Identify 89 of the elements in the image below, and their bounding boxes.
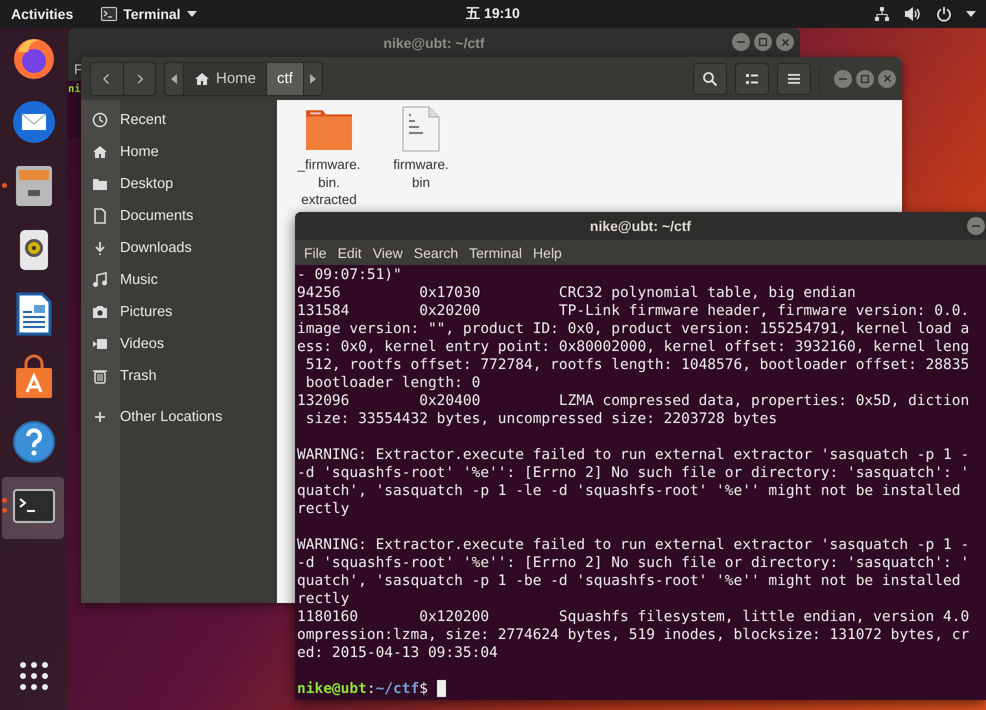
menu-item[interactable]: View bbox=[368, 242, 407, 262]
menu-item[interactable]: File bbox=[300, 242, 331, 262]
close-icon bbox=[782, 38, 788, 46]
terminal-line: 131584 0x20200 TP-Link firmware header, firmware version: 0.0. bbox=[297, 302, 970, 320]
triangle-right-icon bbox=[308, 74, 317, 84]
text-cursor bbox=[436, 680, 446, 697]
terminal-prompt: ni bbox=[68, 83, 81, 95]
minimize-icon bbox=[737, 41, 745, 43]
close-button[interactable] bbox=[776, 33, 794, 51]
sidebar-item[interactable]: Pictures bbox=[81, 296, 277, 328]
prompt-symbol: $ bbox=[419, 680, 428, 698]
terminal-line: image version: "", product ID: 0x0, product version: 155254791, kernel load a bbox=[297, 320, 970, 338]
trash-icon bbox=[92, 368, 108, 384]
camera-icon bbox=[92, 304, 108, 320]
maximize-button[interactable] bbox=[856, 70, 874, 88]
power-icon bbox=[936, 6, 952, 22]
activities-button[interactable]: Activities bbox=[11, 6, 74, 22]
menu-button[interactable] bbox=[777, 62, 811, 94]
file-name[interactable]: _firmware.bin.extracted bbox=[296, 156, 362, 208]
terminal-line: bootloader length: 0 bbox=[304, 374, 480, 392]
plus-icon bbox=[92, 409, 108, 425]
terminal-line: -d 'squashfs-root' '%e'': [Errno 2] No such file or directory: 'sasquatch': ' bbox=[297, 464, 970, 482]
terminal-line: 132096 0x20400 LZMA compressed data, properties: 0x5D, diction bbox=[297, 392, 970, 410]
terminal-line: rectly bbox=[297, 590, 350, 608]
app-menu[interactable]: Terminal bbox=[101, 6, 197, 22]
minimize-button[interactable] bbox=[834, 70, 852, 88]
minimize-button[interactable] bbox=[732, 33, 750, 51]
binary-file-icon bbox=[401, 106, 441, 152]
view-options-button[interactable] bbox=[735, 62, 769, 94]
sidebar-item[interactable]: Other Locations bbox=[81, 401, 277, 433]
home-icon bbox=[194, 70, 210, 86]
terminal-line: ess: 0x0, kernel entry point: 0x80002000, kernel offset: 3932160, kernel leng bbox=[297, 338, 970, 356]
prompt-path: ~/ctf bbox=[376, 680, 420, 698]
folder-icon bbox=[92, 176, 108, 192]
search-button[interactable] bbox=[693, 62, 727, 94]
video-camera-icon bbox=[92, 336, 108, 352]
terminal-line: WARNING: Extractor.execute failed to run external extractor 'sasquatch -p 1 - bbox=[297, 536, 970, 554]
terminal-line: 1180160 0x120200 Squashfs filesystem, little endian, version 4.0 bbox=[297, 608, 970, 626]
sidebar-item[interactable]: Home bbox=[81, 136, 277, 168]
prompt-separator: : bbox=[366, 680, 376, 698]
sidebar-item[interactable]: Videos bbox=[81, 328, 277, 360]
terminal-line: ompression:lzma, size: 2774624 bytes, 519 inodes, blocksize: 131072 bytes, cr bbox=[297, 626, 970, 644]
terminal-line: 94256 0x17030 CRC32 polynomial table, big endian bbox=[297, 284, 856, 302]
window-title: nike@ubt: ~/ctf bbox=[590, 218, 692, 234]
terminal-line: size: 33554432 bytes, uncompressed size: 2203728 bytes bbox=[304, 410, 778, 428]
menu-item[interactable]: Edit bbox=[334, 242, 366, 262]
sidebar-item[interactable]: Documents bbox=[81, 200, 277, 232]
menu-item[interactable]: Search bbox=[410, 242, 462, 262]
sidebar-item[interactable]: Desktop bbox=[81, 168, 277, 200]
apps-grid-icon[interactable] bbox=[18, 661, 48, 691]
home-icon bbox=[92, 144, 108, 160]
terminal-icon bbox=[101, 7, 118, 21]
sidebar-item[interactable]: Downloads bbox=[81, 232, 277, 264]
prompt-user: nike@ubt bbox=[297, 680, 367, 698]
terminal-line: 512, rootfs offset: 772784, rootfs length: 1048576, bootloader offset: 28835 bbox=[304, 356, 970, 374]
document-icon bbox=[92, 208, 108, 224]
terminal-line: quatch', 'sasquatch -p 1 -be -d 'squashfs-root' '%e'' might not be installed bbox=[297, 572, 960, 590]
caret-icon bbox=[186, 11, 197, 17]
sidebar-item[interactable]: Music bbox=[81, 264, 277, 296]
close-button[interactable] bbox=[878, 70, 896, 88]
clock-icon bbox=[92, 112, 108, 128]
window-title: nike@ubt: ~/ctf bbox=[383, 34, 485, 50]
path-crumb[interactable]: Home bbox=[183, 62, 266, 94]
maximize-button[interactable] bbox=[754, 33, 772, 51]
path-crumb[interactable]: ctf bbox=[266, 62, 303, 94]
network-icon bbox=[874, 6, 890, 22]
caret-icon bbox=[966, 11, 976, 17]
terminal-line: ed: 2015-04-13 09:35:04 bbox=[297, 644, 498, 662]
minimize-button[interactable] bbox=[967, 217, 985, 235]
sidebar-item[interactable]: Recent bbox=[81, 104, 277, 136]
terminal-line: quatch', 'sasquatch -p 1 -le -d 'squashfs-root' '%e'' might not be installed bbox=[297, 482, 960, 500]
terminal-line: -d 'squashfs-root' '%e'': [Errno 2] No such file or directory: 'sasquatch': ' bbox=[297, 554, 970, 572]
close-icon bbox=[884, 75, 890, 82]
search-icon bbox=[702, 70, 718, 86]
maximize-icon bbox=[861, 74, 869, 82]
terminal-line: - 09:07:51)" bbox=[297, 266, 402, 284]
minimize-icon bbox=[972, 225, 980, 227]
triangle-left-icon bbox=[170, 74, 178, 84]
sidebar-item[interactable]: Trash bbox=[81, 360, 277, 392]
file-name[interactable]: firmware.bin bbox=[388, 156, 454, 191]
volume-icon bbox=[904, 6, 922, 22]
clock[interactable]: 五 19:10 bbox=[466, 5, 520, 23]
menu-item[interactable]: Help bbox=[529, 242, 566, 262]
maximize-icon bbox=[759, 38, 767, 46]
terminal-line: rectly bbox=[297, 500, 350, 518]
menu-item[interactable]: Terminal bbox=[465, 242, 526, 262]
terminal-line: WARNING: Extractor.execute failed to run external extractor 'sasquatch -p 1 - bbox=[297, 446, 970, 464]
music-note-icon bbox=[92, 272, 108, 288]
minimize-icon bbox=[839, 78, 847, 80]
